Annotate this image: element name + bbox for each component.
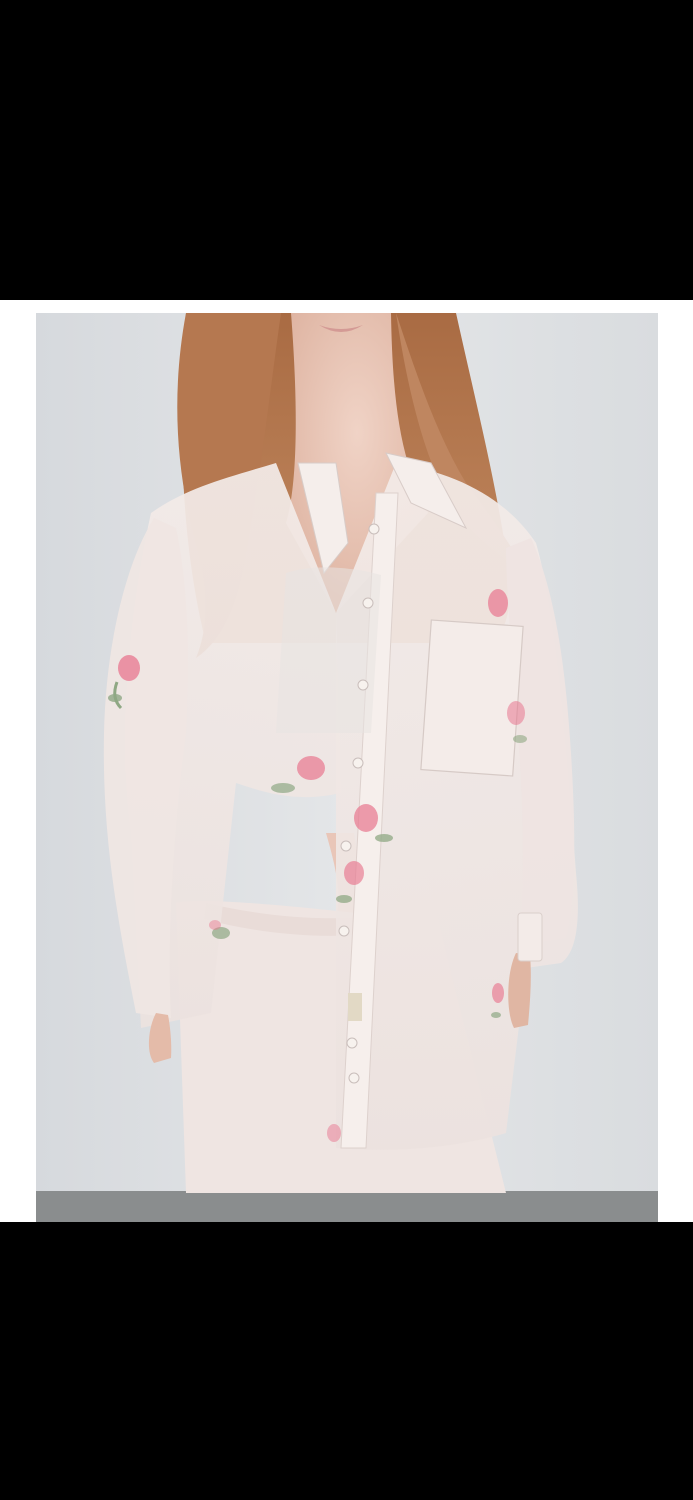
top-letterbox [0,0,693,300]
product-photo[interactable] [36,313,658,1222]
right-cuff [517,912,543,962]
bottom-letterbox [0,1222,693,1500]
floor [36,1191,658,1222]
image-viewer [0,0,693,1500]
camisole [276,567,381,733]
shirt-label [348,993,362,1021]
photo-illustration [36,313,658,1222]
shirt-pocket [420,619,524,777]
